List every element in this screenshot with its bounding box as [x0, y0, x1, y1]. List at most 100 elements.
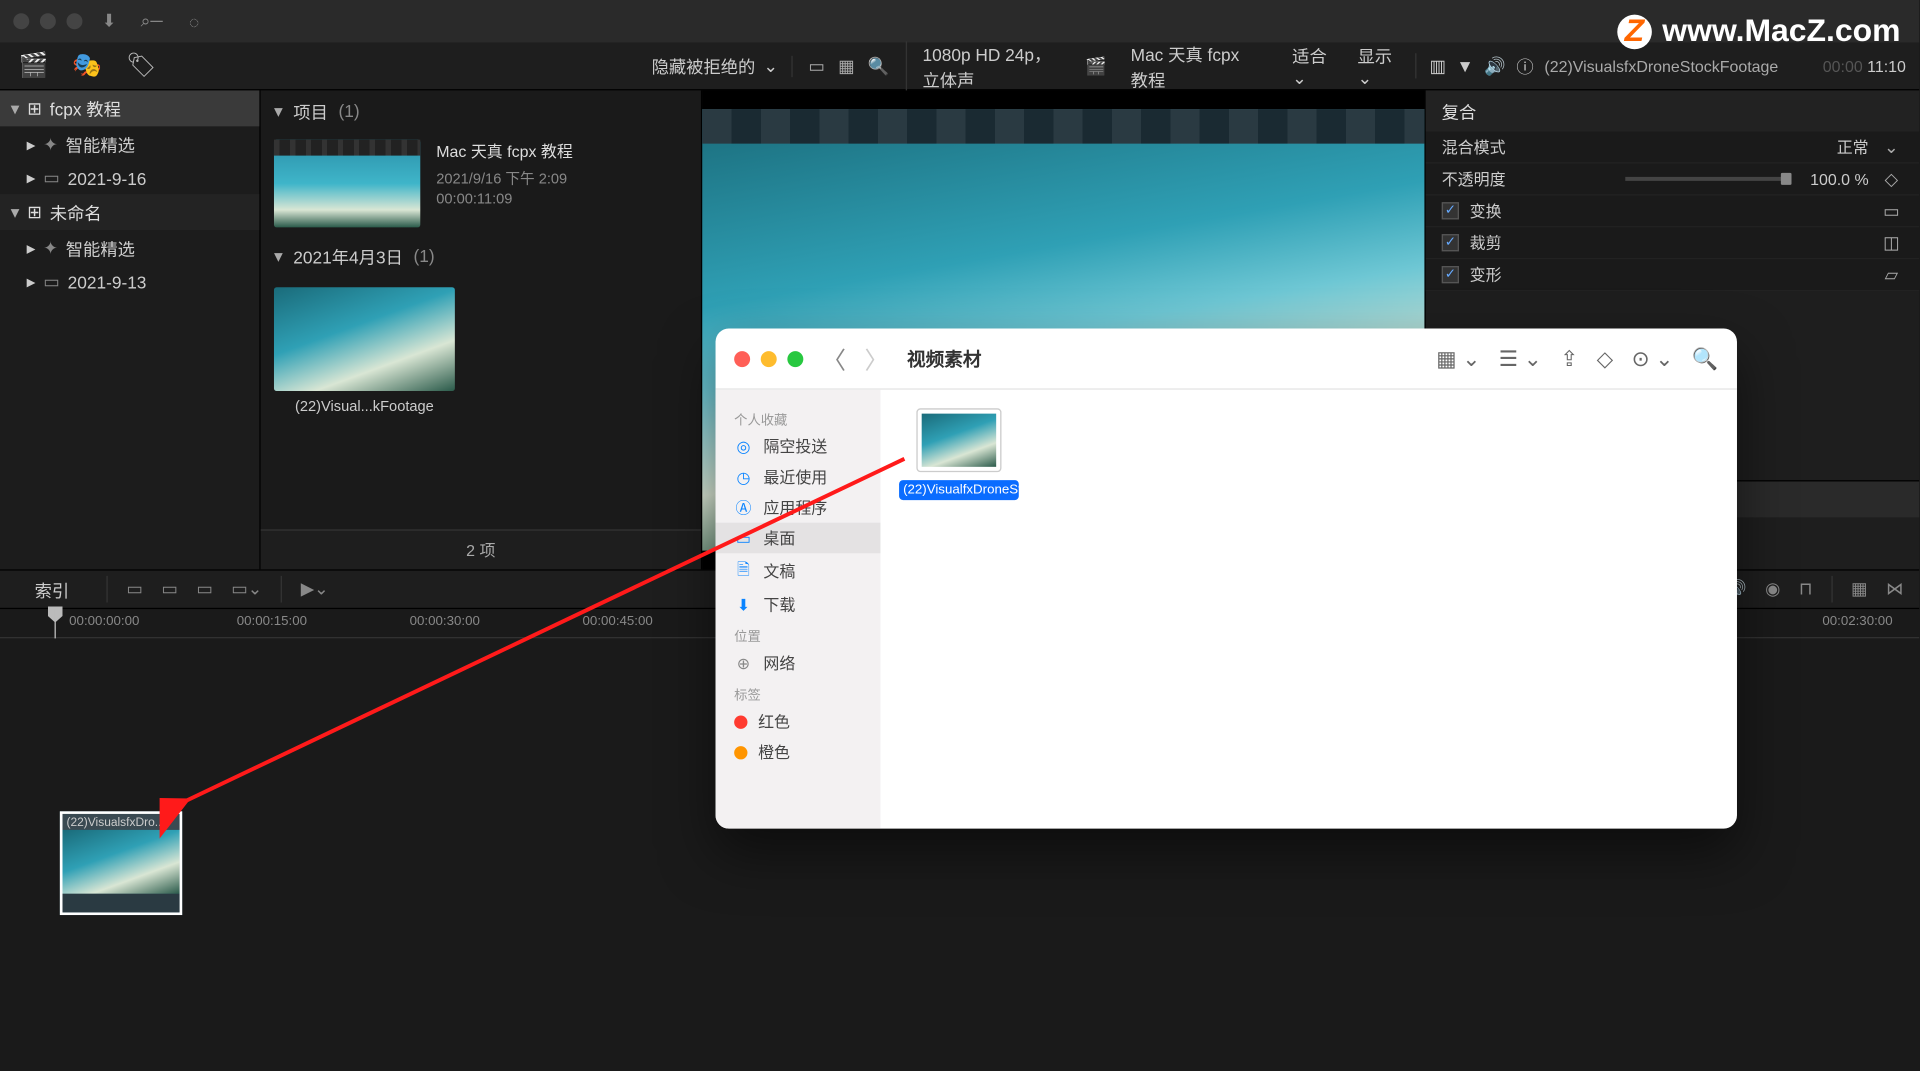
sidebar-section-tags: 标签 — [716, 678, 881, 706]
view-dropdown[interactable]: 显示 ⌄ — [1358, 43, 1399, 90]
sidebar-item-network[interactable]: ⊕网络 — [716, 648, 881, 679]
keyword-icon[interactable]: ⌕─ — [136, 9, 168, 33]
sidebar-item-smart[interactable]: ▸✦智能精选 — [0, 126, 259, 162]
project-item[interactable]: Mac 天真 fcpx 教程 2021/9/16 下午 2:0900:00:11… — [261, 132, 701, 236]
distort-row[interactable]: ✓变形▱ — [1426, 259, 1919, 291]
close-icon[interactable] — [734, 350, 750, 366]
file-thumbnail — [916, 408, 1001, 472]
timeline-clip-audio — [63, 894, 180, 913]
browser-section-date[interactable]: ▾2021年4月3日(1) — [261, 235, 701, 276]
actions-icon[interactable]: ⊙ ⌄ — [1632, 345, 1674, 372]
photos-icon[interactable]: 🎭 — [72, 52, 102, 80]
sidebar-item-recents[interactable]: ◷最近使用 — [716, 462, 881, 493]
insert-icon[interactable]: ▭⌄ — [231, 579, 262, 600]
transform-row[interactable]: ✓变换▭ — [1426, 196, 1919, 228]
ruler-tick: 00:02:30:00 — [1822, 614, 1892, 629]
snap-icon[interactable]: ⊓ — [1799, 579, 1813, 600]
watermark: Z www.MacZ.com — [1617, 13, 1900, 50]
sidebar-section-favorites: 个人收藏 — [716, 403, 881, 431]
watermark-text: www.MacZ.com — [1662, 13, 1900, 50]
search-icon[interactable]: 🔍 — [1692, 345, 1718, 372]
trim-icon[interactable]: ▭ — [126, 579, 142, 600]
fit-dropdown[interactable]: 适合 ⌄ — [1292, 43, 1333, 90]
transform-icon: ▭ — [1879, 200, 1903, 221]
filmstrip-icon[interactable]: ▦ — [838, 55, 854, 76]
file-item[interactable]: (22)VisualfxDroneStockF...ge.mp4 — [899, 408, 1019, 500]
ruler-tick: 00:00:15:00 — [237, 614, 307, 629]
ruler-tick: 00:00:30:00 — [410, 614, 480, 629]
timeline-clip-label: (22)VisualsfxDro... — [63, 814, 180, 830]
clapper-icon: 🎬 — [1085, 55, 1107, 76]
hide-rejected-dropdown[interactable]: 隐藏被拒绝的⌄ — [652, 53, 792, 78]
finder-file-area[interactable]: (22)VisualfxDroneStockF...ge.mp4 — [880, 390, 1737, 829]
import-icon[interactable]: ⬇ — [93, 9, 125, 33]
browser-section-projects[interactable]: ▾项目(1) — [261, 90, 701, 131]
search-icon[interactable]: 🔍 — [868, 55, 890, 76]
clip-appearance-icon[interactable]: ▭ — [808, 55, 824, 76]
clip-name: (22)Visual...kFootage — [274, 391, 455, 415]
inspector-section-title: 复合 — [1426, 90, 1919, 131]
finder-window[interactable]: 〈 〉 视频素材 ▦ ⌄ ☰ ⌄ ⇪ ◇ ⊙ ⌄ 🔍 个人收藏 ◎隔空投送 ◷最… — [716, 329, 1737, 829]
titles-icon[interactable]: 🏷 — [126, 52, 156, 80]
sidebar-item-smart[interactable]: ▸✦智能精选 — [0, 230, 259, 266]
crop-row[interactable]: ✓裁剪◫ — [1426, 227, 1919, 259]
sidebar-item-airdrop[interactable]: ◎隔空投送 — [716, 431, 881, 462]
clip-thumbnail — [274, 287, 455, 391]
project-name: Mac 天真 fcpx 教程 — [1131, 41, 1245, 92]
sidebar-item-downloads[interactable]: ⬇下载 — [716, 589, 881, 620]
sidebar-item-documents[interactable]: 🗎文稿 — [716, 553, 881, 589]
sidebar-item-event[interactable]: ▸▭2021-9-16 — [0, 162, 259, 194]
minimize-icon[interactable] — [761, 350, 777, 366]
info-inspector-icon[interactable]: ⓘ — [1516, 53, 1533, 78]
project-thumbnail — [274, 140, 420, 228]
video-inspector-icon[interactable]: ▥ — [1430, 55, 1446, 76]
sidebar-section-locations: 位置 — [716, 620, 881, 648]
project-title: Mac 天真 fcpx 教程 — [436, 140, 573, 163]
distort-icon: ▱ — [1879, 264, 1903, 285]
view-icon-grid[interactable]: ▦ ⌄ — [1436, 345, 1480, 372]
share-icon[interactable]: ⇪ — [1560, 345, 1578, 372]
sidebar-item-applications[interactable]: Ⓐ应用程序 — [716, 492, 881, 523]
back-icon[interactable]: 〈 — [822, 341, 846, 376]
finder-title: 视频素材 — [907, 345, 981, 372]
library-header[interactable]: ▾⊞未命名 — [0, 194, 259, 230]
forward-icon[interactable]: 〉 — [865, 341, 889, 376]
sidebar-tag-orange[interactable]: 橙色 — [716, 737, 881, 768]
sidebar-tag-red[interactable]: 红色 — [716, 706, 881, 737]
select-tool-icon[interactable]: ▶⌄ — [301, 579, 329, 600]
filter-icon[interactable]: ▼ — [1456, 56, 1473, 76]
background-tasks-icon[interactable]: ◌ — [178, 9, 210, 33]
solo-icon[interactable]: ◉ — [1765, 579, 1780, 600]
watermark-badge: Z — [1617, 15, 1652, 50]
connect-icon[interactable]: ▭ — [196, 579, 212, 600]
blend-mode-row[interactable]: 混合模式 正常 ⌄ — [1426, 132, 1919, 164]
library-icon[interactable]: 🎬 — [19, 52, 49, 80]
audio-inspector-icon[interactable]: 🔊 — [1484, 55, 1506, 76]
opacity-slider[interactable] — [1626, 177, 1792, 181]
minimize-icon[interactable] — [40, 13, 56, 29]
finder-traffic-lights — [734, 350, 803, 366]
timeline-clip-thumbnail — [63, 830, 180, 894]
effects-browser-icon[interactable]: ▦ — [1851, 579, 1867, 600]
position-icon[interactable]: ▭ — [161, 579, 177, 600]
transition-overlay — [702, 109, 1424, 144]
transitions-browser-icon[interactable]: ⋈ — [1886, 579, 1903, 600]
sidebar-item-desktop[interactable]: ▭桌面 — [716, 523, 881, 554]
library-header[interactable]: ▾⊞fcpx 教程 — [0, 90, 259, 126]
sidebar-item-event[interactable]: ▸▭2021-9-13 — [0, 266, 259, 298]
zoom-icon[interactable] — [67, 13, 83, 29]
group-icon[interactable]: ☰ ⌄ — [1499, 345, 1542, 372]
ruler-tick: 00:00:45:00 — [583, 614, 653, 629]
browser-footer: 2 项 — [261, 529, 701, 569]
ruler-tick: 00:00:00:00 — [69, 614, 139, 629]
inspector-clip-title: (22)VisualsfxDroneStockFootage — [1544, 57, 1812, 76]
tags-icon[interactable]: ◇ — [1597, 345, 1613, 372]
index-button[interactable]: 索引 — [16, 574, 88, 605]
zoom-icon[interactable] — [787, 350, 803, 366]
opacity-row[interactable]: 不透明度 100.0 % ◇ — [1426, 164, 1919, 196]
library-sidebar: ▾⊞fcpx 教程 ▸✦智能精选 ▸▭2021-9-16 ▾⊞未命名 ▸✦智能精… — [0, 90, 261, 569]
close-icon[interactable] — [13, 13, 29, 29]
browser-clip[interactable]: (22)Visual...kFootage — [274, 287, 455, 415]
timeline-clip[interactable]: (22)VisualsfxDro... — [60, 811, 182, 915]
format-label: 1080p HD 24p，立体声 — [923, 41, 1062, 92]
